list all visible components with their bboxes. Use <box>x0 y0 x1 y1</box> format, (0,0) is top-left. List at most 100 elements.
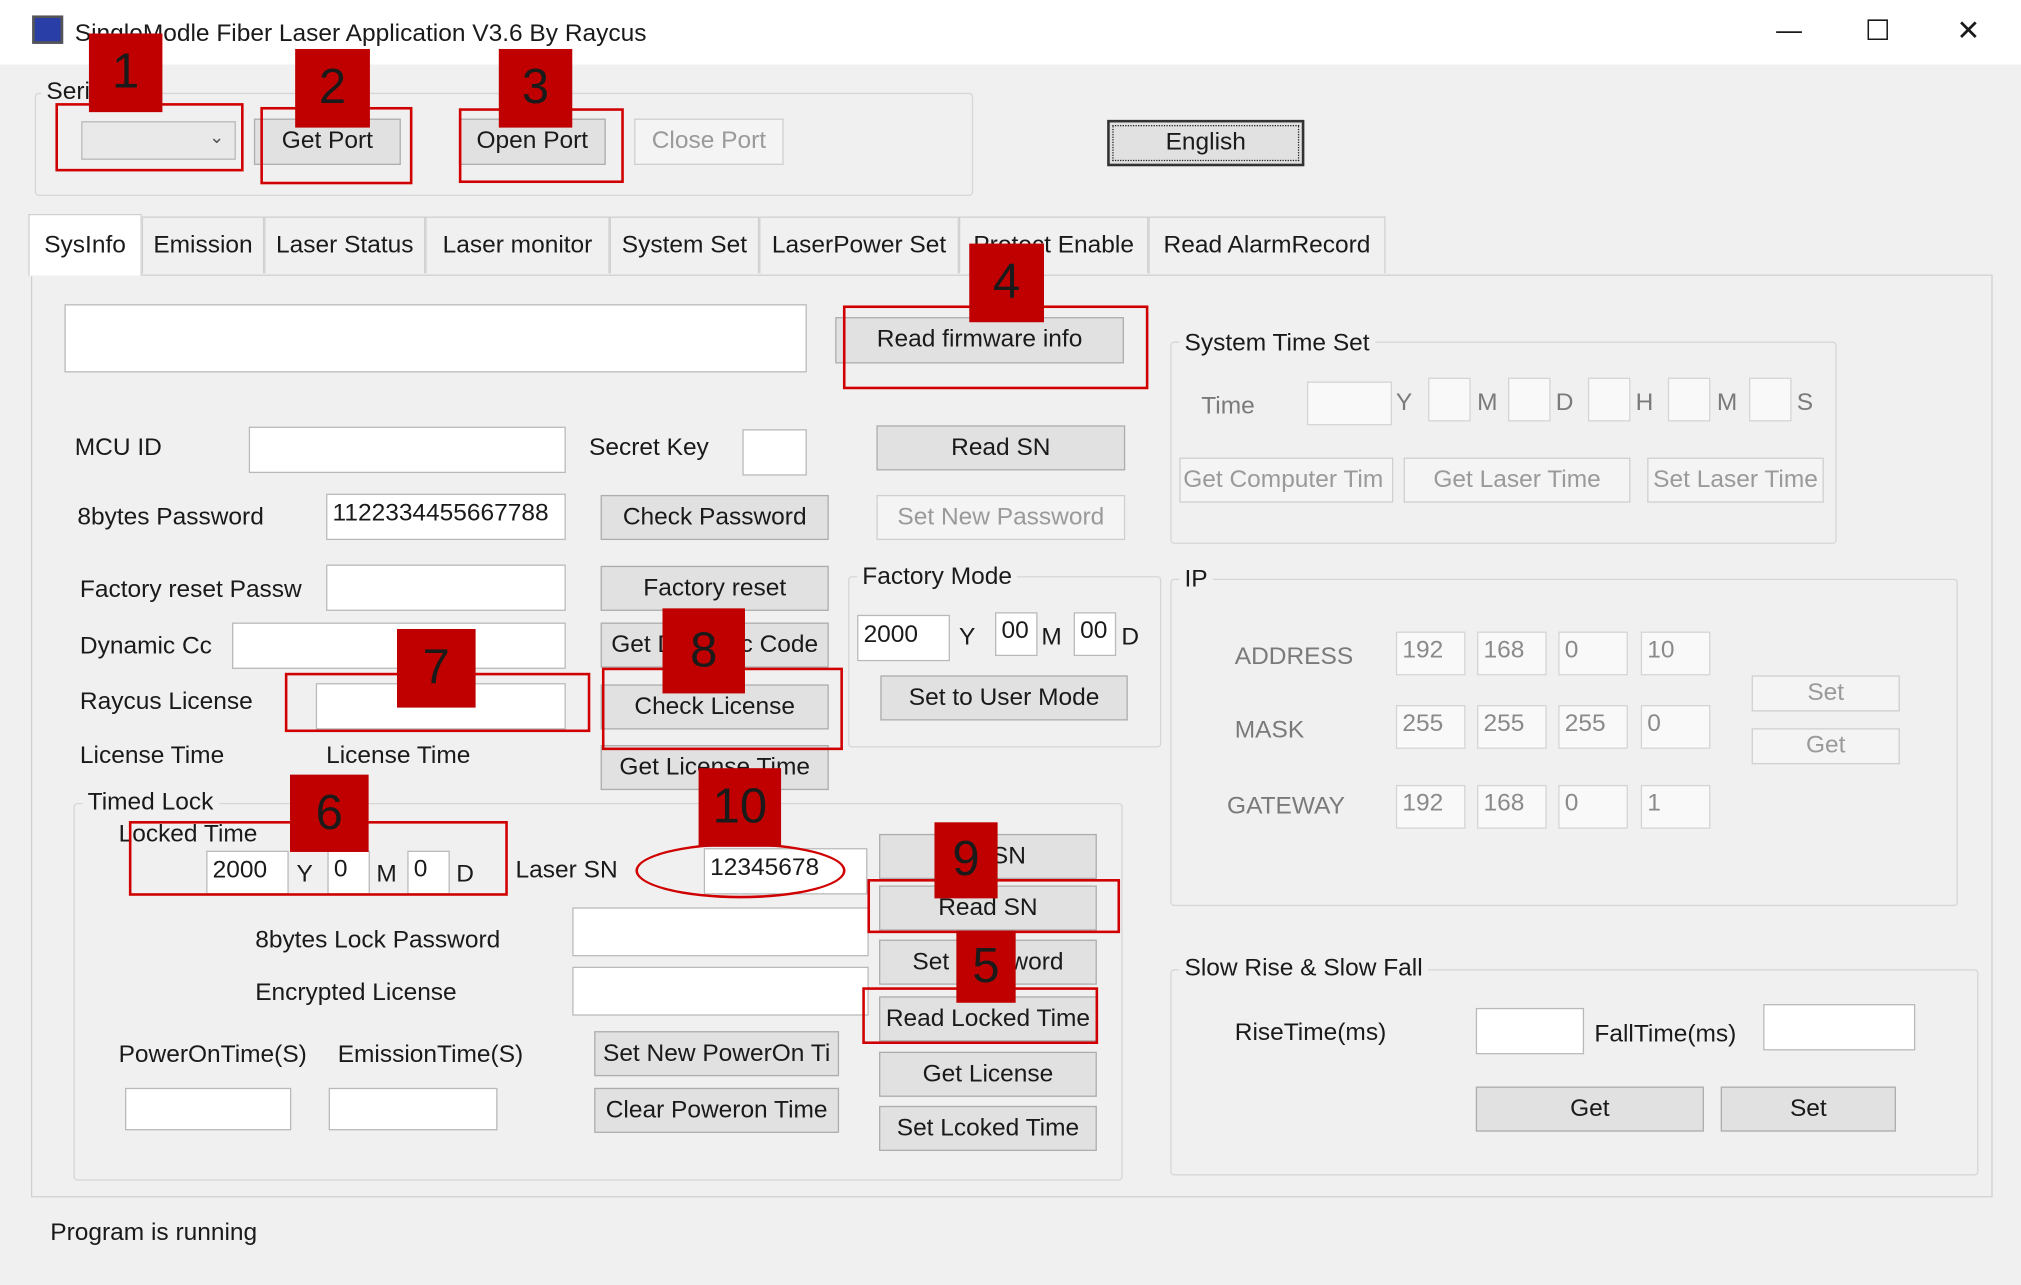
emission-time-label: EmissionTime(S) <box>337 1041 524 1069</box>
mask-octet-4[interactable]: 0 <box>1640 705 1711 749</box>
secret-key-label: Secret Key <box>589 434 709 462</box>
slow-rise-get-button[interactable]: Get <box>1475 1086 1704 1132</box>
rise-time-field[interactable] <box>1475 1007 1585 1055</box>
language-button[interactable]: English <box>1107 119 1305 167</box>
set-new-poweron-button[interactable]: Set New PowerOn Ti <box>594 1031 840 1077</box>
encrypted-license-label: Encrypted License <box>255 979 457 1007</box>
address-octet-2[interactable]: 168 <box>1477 631 1547 676</box>
mask-octet-3[interactable]: 255 <box>1558 705 1628 749</box>
system-time-group <box>1170 341 1837 544</box>
ip-set-button[interactable]: Set <box>1751 675 1900 712</box>
status-text: Program is running <box>50 1219 258 1247</box>
poweron-time-label: PowerOnTime(S) <box>118 1041 307 1069</box>
tab-read-alarmrecord[interactable]: Read AlarmRecord <box>1148 216 1386 274</box>
mask-octet-1[interactable]: 255 <box>1395 705 1466 749</box>
gateway-octet-4[interactable]: 1 <box>1640 784 1711 829</box>
fall-time-field[interactable] <box>1763 1004 1916 1051</box>
address-octet-1[interactable]: 192 <box>1395 631 1466 676</box>
time-hour-unit: H <box>1635 389 1654 417</box>
set-locked-time-button[interactable]: Set Lcoked Time <box>879 1105 1097 1151</box>
address-octet-4[interactable]: 10 <box>1640 631 1711 676</box>
time-month-unit: M <box>1477 389 1498 417</box>
password-label: 8bytes Password <box>77 503 264 532</box>
factory-reset-label: Factory reset Passw <box>79 576 302 604</box>
gateway-octet-1[interactable]: 192 <box>1395 784 1466 829</box>
app-icon <box>32 15 64 44</box>
secret-key-field[interactable] <box>742 429 807 476</box>
mcu-id-label: MCU ID <box>74 434 162 462</box>
address-label: ADDRESS <box>1234 643 1354 671</box>
fall-time-label: FallTime(ms) <box>1594 1020 1737 1048</box>
raycus-license-label: Raycus License <box>79 688 253 716</box>
ip-get-button[interactable]: Get <box>1751 728 1900 765</box>
tab-laser-status[interactable]: Laser Status <box>264 216 426 274</box>
time-hour-field[interactable] <box>1587 377 1631 422</box>
password-field[interactable]: 1122334455667788 <box>326 493 566 541</box>
mask-label: MASK <box>1234 716 1305 744</box>
timed-lock-title: Timed Lock <box>82 790 219 815</box>
annotation-badge-2: 2 <box>295 48 370 128</box>
firmware-info-field[interactable] <box>64 304 807 373</box>
tab-sysinfo[interactable]: SysInfo <box>28 213 142 276</box>
check-password-button[interactable]: Check Password <box>600 494 829 541</box>
laser-sn-label: Laser SN <box>515 857 618 885</box>
poweron-time-field[interactable] <box>125 1087 292 1131</box>
lock-password-field[interactable] <box>572 907 869 957</box>
encrypted-license-field[interactable] <box>572 966 869 1016</box>
factory-year-unit: Y <box>958 623 976 651</box>
annotation-badge-8: 8 <box>662 608 745 694</box>
set-new-password-button[interactable]: Set New Password <box>876 494 1126 541</box>
emission-time-field[interactable] <box>328 1087 498 1131</box>
application-window: SingleModle Fiber Laser Application V3.6… <box>0 0 2021 1285</box>
get-laser-time-button[interactable]: Get Laser Time <box>1403 457 1631 503</box>
gateway-octet-2[interactable]: 168 <box>1477 784 1547 829</box>
tab-laser-monitor[interactable]: Laser monitor <box>425 216 610 274</box>
dynamic-code-label: Dynamic Cc <box>79 632 212 660</box>
set-user-mode-button[interactable]: Set to User Mode <box>880 675 1128 721</box>
tab-laserpower-set[interactable]: LaserPower Set <box>759 216 959 274</box>
slow-rise-set-button[interactable]: Set <box>1720 1086 1896 1132</box>
rise-time-label: RiseTime(ms) <box>1234 1019 1387 1047</box>
time-day-field[interactable] <box>1508 377 1551 422</box>
annotation-badge-10: 10 <box>698 768 782 847</box>
license-time-label: License Time <box>79 742 225 770</box>
tab-system-set[interactable]: System Set <box>609 216 760 274</box>
time-minute-field[interactable] <box>1667 377 1711 422</box>
factory-reset-field[interactable] <box>326 564 566 611</box>
serial-group-title: Seri <box>41 79 96 105</box>
mask-octet-2[interactable]: 255 <box>1477 705 1547 749</box>
read-sn-button[interactable]: Read SN <box>876 425 1126 471</box>
factory-day-field[interactable]: 00 <box>1073 612 1117 657</box>
clear-poweron-button[interactable]: Clear Poweron Time <box>594 1087 840 1133</box>
close-port-button[interactable]: Close Port <box>634 118 784 165</box>
time-label: Time <box>1201 393 1255 421</box>
tab-emission[interactable]: Emission <box>141 216 265 274</box>
time-year-field[interactable] <box>1306 381 1393 426</box>
maximize-button[interactable]: ☐ <box>1865 16 1890 45</box>
set-laser-time-button[interactable]: Set Laser Time <box>1647 457 1824 503</box>
factory-month-field[interactable]: 00 <box>995 612 1038 657</box>
license-time-value: License Time <box>326 742 471 770</box>
gateway-label: GATEWAY <box>1227 792 1345 820</box>
factory-month-unit: M <box>1041 623 1062 651</box>
time-second-unit: S <box>1796 389 1814 417</box>
factory-year-field[interactable]: 2000 <box>857 614 950 662</box>
annotation-badge-6: 6 <box>290 774 369 852</box>
annotation-outline-10 <box>635 842 846 899</box>
annotation-badge-1: 1 <box>88 33 163 113</box>
close-button[interactable]: ✕ <box>1957 16 1981 45</box>
factory-reset-button[interactable]: Factory reset <box>600 565 829 611</box>
lock-password-label: 8bytes Lock Password <box>255 926 501 954</box>
annotation-outline-1 <box>55 103 244 172</box>
get-license-button[interactable]: Get License <box>879 1051 1097 1097</box>
gateway-octet-3[interactable]: 0 <box>1558 784 1628 829</box>
mcu-id-field[interactable] <box>248 426 566 474</box>
time-month-field[interactable] <box>1428 377 1471 422</box>
address-octet-3[interactable]: 0 <box>1558 631 1628 676</box>
factory-mode-group <box>848 576 1162 748</box>
annotation-badge-9: 9 <box>934 822 998 899</box>
time-second-field[interactable] <box>1749 377 1792 422</box>
ip-group-title: IP <box>1179 567 1213 592</box>
get-computer-time-button[interactable]: Get Computer Tim <box>1179 457 1394 503</box>
minimize-button[interactable]: — <box>1776 18 1802 44</box>
